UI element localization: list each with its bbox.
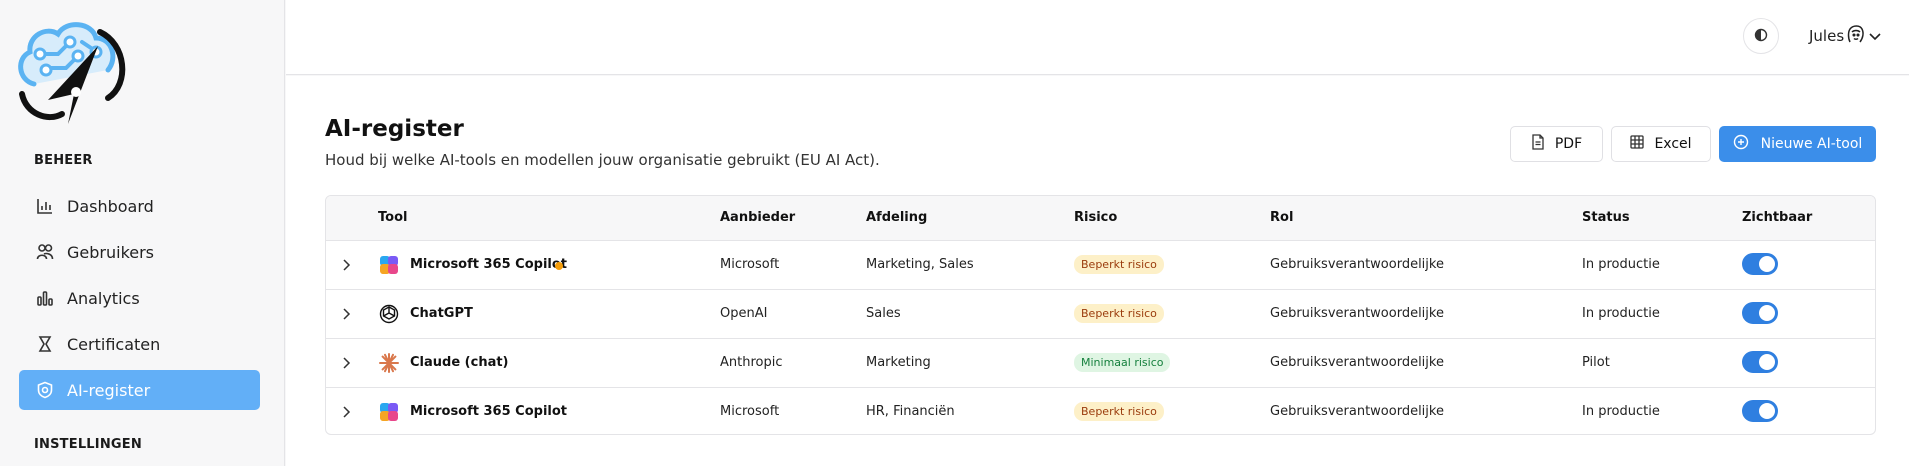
role-cell: Gebruiksverantwoordelijke: [1270, 257, 1444, 272]
export-excel-button[interactable]: Excel: [1611, 126, 1711, 162]
user-menu-button[interactable]: [1846, 24, 1882, 50]
visibility-toggle[interactable]: [1742, 302, 1778, 324]
department-cell: Sales: [866, 306, 901, 321]
sidebar-item-label: Analytics: [67, 288, 140, 308]
status-cell: In productie: [1582, 404, 1660, 419]
sidebar: BEHEER Dashboard Gebruikers Analytics Ce…: [0, 0, 285, 466]
provider-cell: Microsoft: [720, 257, 780, 272]
department-cell: Marketing: [866, 355, 931, 370]
sidebar-section-instellingen: INSTELLINGEN: [34, 437, 142, 452]
table-header: Tool Aanbieder Afdeling Risico Rol Statu…: [326, 196, 1875, 241]
department-cell: Marketing, Sales: [866, 257, 974, 272]
chevron-down-icon: [1868, 28, 1882, 47]
provider-cell: OpenAI: [720, 306, 768, 321]
status-cell: In productie: [1582, 306, 1660, 321]
provider-cell: Anthropic: [720, 355, 783, 370]
provider-cell: Microsoft: [720, 404, 780, 419]
risk-badge: Beperkt risico: [1074, 304, 1164, 323]
sidebar-item-label: AI-register: [67, 380, 151, 400]
sidebar-item-certificaten[interactable]: Certificaten: [19, 324, 260, 364]
top-bar: Jules: [286, 0, 1909, 75]
new-ai-tool-button[interactable]: Nieuwe AI-tool: [1719, 126, 1876, 162]
bar-chart-icon: [35, 196, 55, 216]
role-cell: Gebruiksverantwoordelijke: [1270, 306, 1444, 321]
openai-icon: [378, 303, 400, 325]
table-icon: [1630, 135, 1645, 153]
tool-name: Microsoft 365 Copilot: [410, 257, 568, 272]
column-header-aanbieder[interactable]: Aanbieder: [720, 210, 795, 225]
department-cell: HR, Financiën: [866, 404, 955, 419]
visibility-toggle[interactable]: [1742, 400, 1778, 422]
sidebar-item-label: Dashboard: [67, 196, 154, 216]
chevron-right-icon[interactable]: [338, 256, 356, 274]
tool-name: Claude (chat): [410, 355, 509, 370]
table-row[interactable]: Claude (chat) Anthropic Marketing Minima…: [326, 339, 1875, 388]
sidebar-item-gebruikers[interactable]: Gebruikers: [19, 232, 260, 272]
sidebar-item-dashboard[interactable]: Dashboard: [19, 186, 260, 226]
visibility-toggle[interactable]: [1742, 351, 1778, 373]
chevron-right-icon[interactable]: [338, 354, 356, 372]
new-tool-button-label: Nieuwe AI-tool: [1760, 136, 1863, 152]
avatar-icon: [1846, 24, 1866, 50]
visibility-toggle[interactable]: [1742, 253, 1778, 275]
table-row[interactable]: ChatGPT OpenAI Sales Beperkt risico Gebr…: [326, 290, 1875, 339]
role-cell: Gebruiksverantwoordelijke: [1270, 355, 1444, 370]
column-header-rol[interactable]: Rol: [1270, 210, 1293, 225]
column-header-tool[interactable]: Tool: [378, 210, 407, 225]
pdf-button-label: PDF: [1554, 136, 1583, 152]
table-row[interactable]: Microsoft 365 Copilot Microsoft Marketin…: [326, 241, 1875, 290]
column-header-zichtbaar[interactable]: Zichtbaar: [1742, 210, 1812, 225]
sidebar-item-ai-register[interactable]: AI-register: [19, 370, 260, 410]
excel-button-label: Excel: [1654, 136, 1692, 152]
sidebar-item-analytics[interactable]: Analytics: [19, 278, 260, 318]
ai-register-table: Tool Aanbieder Afdeling Risico Rol Statu…: [325, 195, 1876, 435]
status-cell: In productie: [1582, 257, 1660, 272]
table-row[interactable]: Microsoft 365 Copilot Microsoft HR, Fina…: [326, 388, 1875, 434]
risk-badge: Minimaal risico: [1074, 353, 1171, 372]
main-content: AI-register Houd bij welke AI-tools en m…: [286, 76, 1909, 466]
users-icon: [35, 242, 55, 262]
certificate-icon: [35, 334, 55, 354]
chevron-right-icon[interactable]: [338, 305, 356, 323]
plus-circle-icon: [1733, 134, 1749, 154]
page-title: AI-register: [325, 116, 464, 142]
risk-badge: Beperkt risico: [1074, 402, 1164, 421]
copilot-icon: [378, 254, 400, 276]
role-cell: Gebruiksverantwoordelijke: [1270, 404, 1444, 419]
anthropic-icon: [378, 352, 400, 374]
column-header-risico[interactable]: Risico: [1074, 210, 1117, 225]
column-header-afdeling[interactable]: Afdeling: [866, 210, 927, 225]
user-name: Jules: [1809, 27, 1845, 45]
shield-icon: [35, 380, 55, 400]
theme-toggle-button[interactable]: [1743, 18, 1779, 54]
status-cell: Pilot: [1582, 355, 1610, 370]
app-logo-icon[interactable]: [12, 14, 132, 139]
column-header-status[interactable]: Status: [1582, 210, 1630, 225]
status-dot: [555, 262, 563, 270]
sidebar-item-label: Gebruikers: [67, 242, 155, 262]
analytics-icon: [35, 288, 55, 308]
tool-name: Microsoft 365 Copilot: [410, 404, 568, 419]
half-circle-icon: [1754, 27, 1768, 46]
risk-badge: Beperkt risico: [1074, 255, 1164, 274]
export-pdf-button[interactable]: PDF: [1510, 126, 1603, 162]
tool-name: ChatGPT: [410, 306, 473, 321]
copilot-icon: [378, 401, 400, 423]
chevron-right-icon[interactable]: [338, 403, 356, 421]
page-subtitle: Houd bij welke AI-tools en modellen jouw…: [325, 151, 880, 169]
document-icon: [1531, 134, 1545, 154]
sidebar-item-label: Certificaten: [67, 334, 161, 354]
sidebar-section-beheer: BEHEER: [34, 153, 93, 168]
